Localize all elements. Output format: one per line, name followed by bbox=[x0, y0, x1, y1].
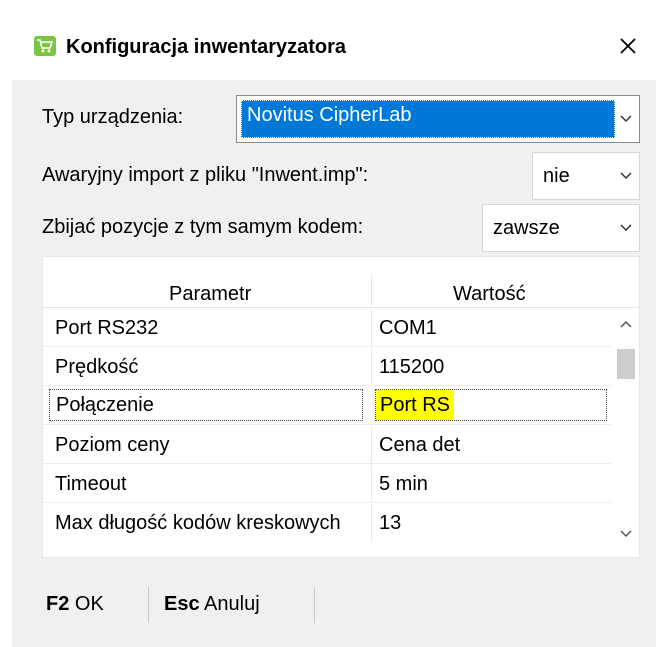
cell-divider bbox=[371, 348, 372, 386]
row-divider bbox=[43, 463, 611, 464]
row-value: 115200 bbox=[379, 356, 445, 378]
chevron-down-icon bbox=[620, 224, 632, 232]
row-parameter: Poziom ceny bbox=[55, 434, 170, 456]
row-divider bbox=[43, 385, 611, 386]
cart-icon bbox=[34, 36, 56, 56]
cell-divider bbox=[371, 309, 372, 347]
table-row[interactable]: Timeout 5 min bbox=[43, 465, 611, 503]
merge-positions-select[interactable]: zawsze bbox=[482, 204, 640, 252]
parameter-grid[interactable]: Parametr Wartość Port RS232 COM1 Prędkoś… bbox=[42, 256, 640, 558]
ok-label: OK bbox=[74, 593, 104, 615]
footer-divider bbox=[148, 587, 149, 623]
emergency-import-select[interactable]: nie bbox=[532, 152, 640, 200]
cancel-button[interactable]: Esc Anuluj bbox=[164, 591, 260, 617]
table-row[interactable]: Max długość kodów kreskowych 13 bbox=[43, 504, 611, 542]
scroll-down-icon[interactable] bbox=[618, 529, 634, 539]
ok-button[interactable]: F2 OK bbox=[46, 591, 104, 617]
merge-positions-value: zawsze bbox=[493, 217, 560, 239]
cell-divider bbox=[371, 504, 372, 542]
header-divider bbox=[371, 275, 372, 305]
merge-positions-label: Zbijać pozycje z tym samym kodem: bbox=[42, 216, 364, 238]
device-type-select[interactable]: Novitus CipherLab bbox=[236, 95, 640, 143]
emergency-import-value: nie bbox=[543, 165, 570, 187]
chevron-down-icon bbox=[620, 172, 632, 180]
close-button[interactable] bbox=[610, 28, 646, 64]
row-parameter: Port RS232 bbox=[55, 317, 159, 339]
row-parameter: Połączenie bbox=[49, 389, 363, 421]
table-row-selected[interactable]: Połączenie Port RS bbox=[43, 387, 611, 425]
row-value: Cena det bbox=[379, 434, 461, 456]
row-parameter: Timeout bbox=[55, 473, 127, 495]
scrollbar-thumb[interactable] bbox=[617, 349, 635, 379]
emergency-import-label: Awaryjny import z pliku "Inwent.imp": bbox=[42, 164, 369, 186]
footer-divider bbox=[314, 587, 315, 623]
scroll-up-icon[interactable] bbox=[618, 319, 634, 329]
title-bar: Konfiguracja inwentaryzatora bbox=[12, 12, 656, 80]
row-parameter: Max długość kodów kreskowych bbox=[55, 512, 341, 534]
row-value-cell[interactable]: Port RS bbox=[375, 389, 607, 421]
dialog-title: Konfiguracja inwentaryzatora bbox=[66, 36, 347, 58]
dialog-window: Konfiguracja inwentaryzatora Typ urządze… bbox=[12, 12, 656, 647]
chevron-down-icon bbox=[620, 115, 632, 123]
row-divider bbox=[43, 346, 611, 347]
footer-bar: F2 OK Esc Anuluj bbox=[12, 587, 656, 627]
device-type-value: Novitus CipherLab bbox=[247, 104, 412, 126]
cancel-shortcut: Esc bbox=[164, 593, 200, 615]
row-divider bbox=[43, 502, 611, 503]
table-row[interactable]: Port RS232 COM1 bbox=[43, 309, 611, 347]
row-parameter: Prędkość bbox=[55, 356, 139, 378]
cancel-label: Anuluj bbox=[204, 593, 260, 615]
row-divider bbox=[43, 424, 611, 425]
cell-divider bbox=[371, 465, 372, 503]
header-underline bbox=[43, 307, 639, 308]
column-header-parameter[interactable]: Parametr bbox=[169, 281, 251, 307]
highlighted-value: Port RS bbox=[376, 390, 455, 420]
column-header-value[interactable]: Wartość bbox=[453, 281, 526, 307]
row-value: 13 bbox=[379, 512, 402, 534]
vertical-scrollbar[interactable] bbox=[613, 309, 639, 557]
close-icon bbox=[620, 38, 636, 54]
device-type-label: Typ urządzenia: bbox=[42, 106, 184, 128]
row-value: COM1 bbox=[379, 317, 437, 339]
table-row[interactable]: Poziom ceny Cena det bbox=[43, 426, 611, 464]
row-value: 5 min bbox=[379, 473, 428, 495]
table-row[interactable]: Prędkość 115200 bbox=[43, 348, 611, 386]
ok-shortcut: F2 bbox=[46, 593, 70, 615]
cell-divider bbox=[371, 426, 372, 464]
